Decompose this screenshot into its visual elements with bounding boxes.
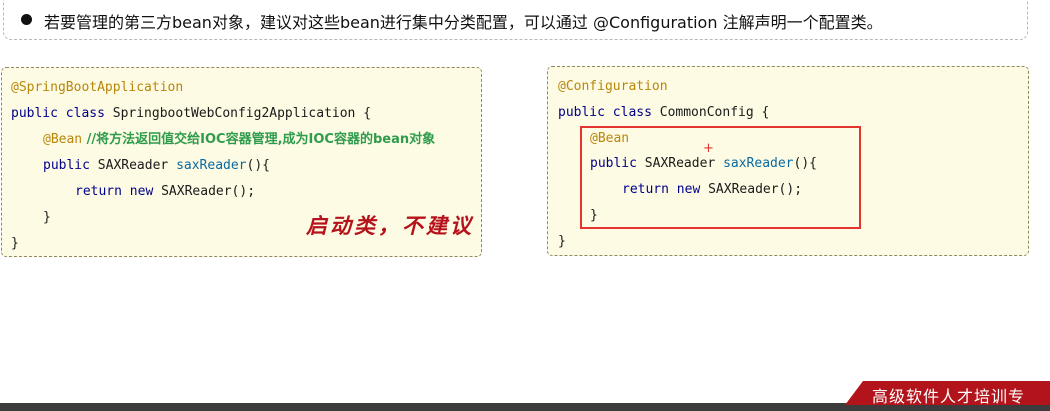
crosshair-cursor-icon: + bbox=[703, 141, 714, 156]
right-class-line: public class CommonConfig { bbox=[558, 105, 769, 121]
right-class-close: } bbox=[558, 234, 566, 249]
bullet-icon bbox=[21, 14, 32, 25]
left-annotation: @SpringBootApplication bbox=[11, 80, 184, 95]
brand-text: 高级软件人才培训专 bbox=[872, 387, 1026, 406]
right-annotation: @Configuration bbox=[558, 79, 668, 94]
handwritten-note: 启动类，不建议 bbox=[306, 213, 474, 238]
note-text: 若要管理的第三方bean对象，建议对这些bean进行集中分类配置，可以通过 @C… bbox=[44, 13, 883, 32]
right-class-name: CommonConfig { bbox=[651, 105, 770, 120]
left-class-close: } bbox=[11, 236, 19, 251]
left-method-sig: (){ bbox=[246, 158, 270, 173]
left-method-name: saxReader bbox=[176, 158, 247, 173]
left-return-value: SAXReader(); bbox=[153, 184, 256, 199]
left-method-type: SAXReader bbox=[89, 158, 177, 173]
left-bean-annotation: @Bean bbox=[43, 132, 83, 147]
right-class-keyword: public class bbox=[558, 105, 652, 120]
left-return-line: return new SAXReader(); bbox=[75, 184, 255, 200]
left-bean-comment: //将方法返回值交给IOC容器管理,成为IOC容器的bean对象 bbox=[82, 132, 436, 147]
left-class-line: public class SpringbootWebConfig2Applica… bbox=[11, 106, 371, 122]
left-method-line: public SAXReader saxReader(){ bbox=[43, 158, 270, 174]
left-class-keyword: public class bbox=[11, 106, 105, 121]
left-class-name: SpringbootWebConfig2Application { bbox=[104, 106, 372, 121]
left-method-keyword: public bbox=[43, 158, 90, 173]
highlight-rectangle bbox=[580, 126, 861, 229]
left-method-close: } bbox=[43, 210, 51, 225]
left-return-keyword: return new bbox=[75, 184, 154, 199]
left-bean-line: @Bean //将方法返回值交给IOC容器管理,成为IOC容器的bean对象 bbox=[43, 132, 435, 148]
